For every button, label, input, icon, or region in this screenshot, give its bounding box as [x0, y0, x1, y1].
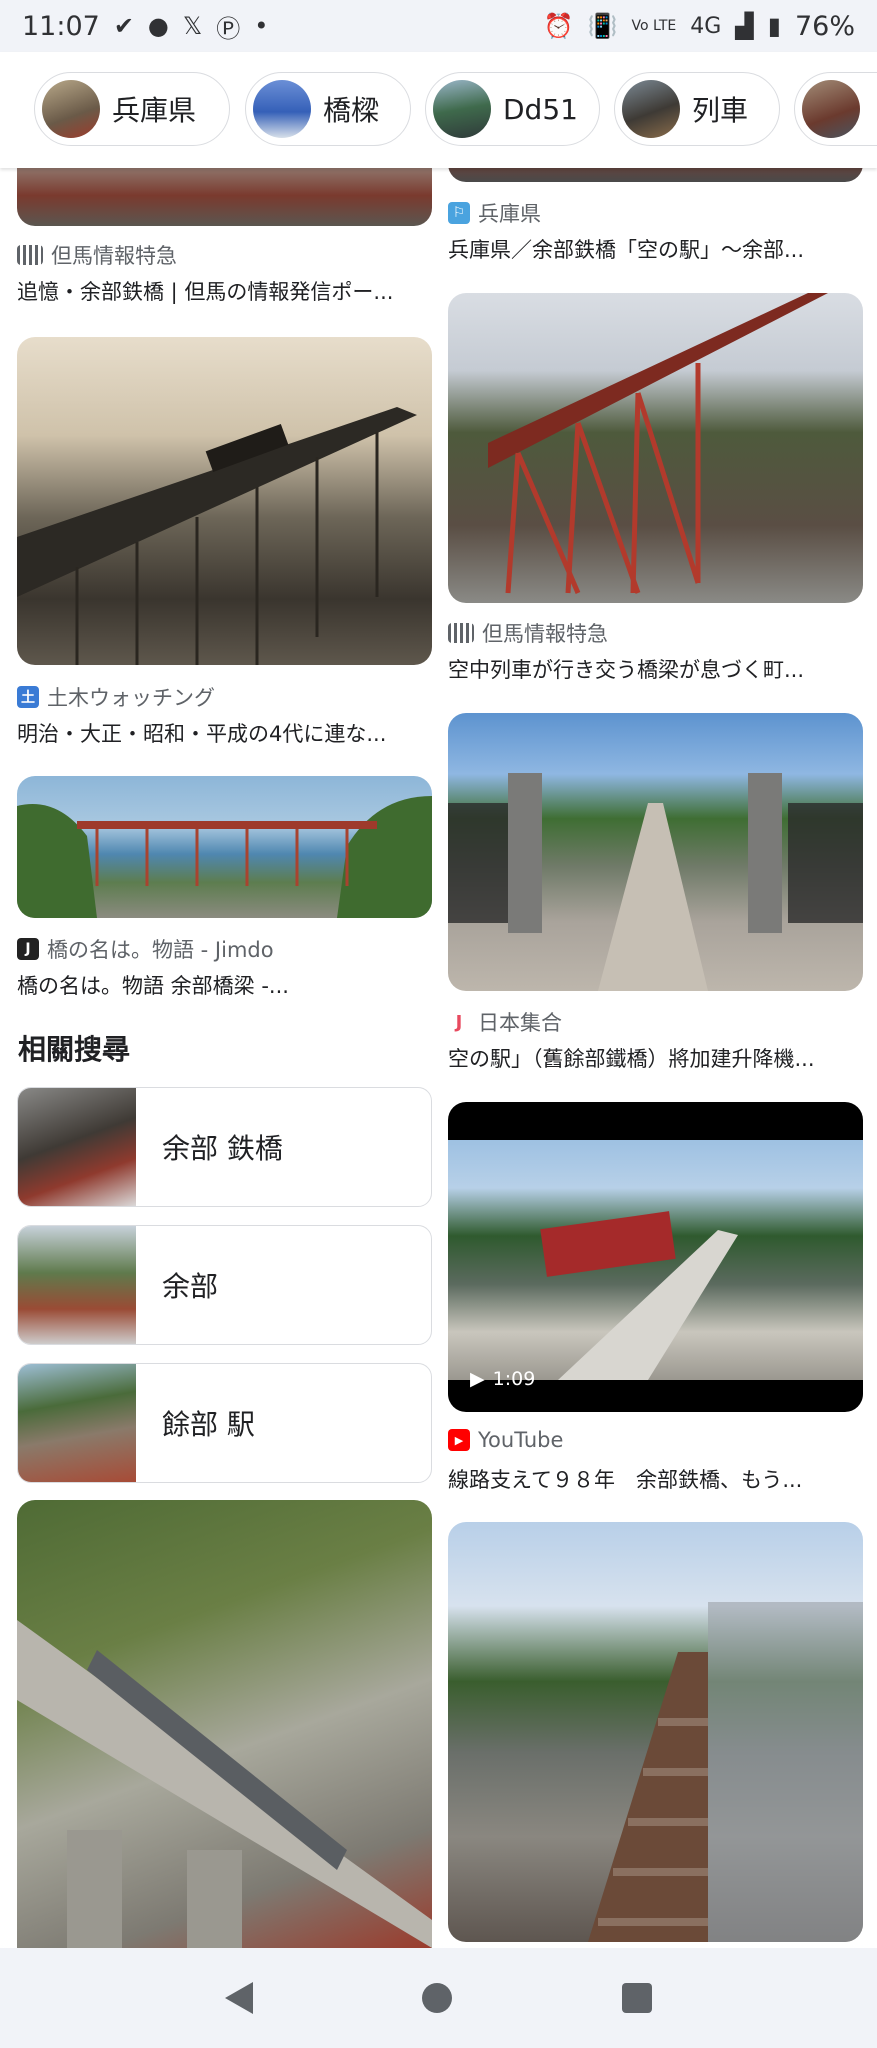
result-source: J 橋の名は。物語 - Jimdo — [17, 934, 274, 964]
chip-label: 兵庫県 — [112, 94, 197, 127]
back-icon[interactable] — [224, 1982, 253, 2014]
battery-level: 76% — [794, 10, 855, 42]
related-label: 餘部 駅 — [162, 1408, 255, 1441]
result-image[interactable] — [17, 1500, 432, 1948]
result-title[interactable]: 追憶・余部鉄橋 | 但馬の情報発信ポー... — [17, 276, 432, 306]
site-favicon: J — [448, 1011, 470, 1033]
chip-train[interactable]: 列車 — [614, 72, 780, 146]
source-name: 日本集合 — [478, 1011, 562, 1035]
site-favicon: 土 — [17, 686, 39, 708]
result-source: 但馬情報特急 — [448, 618, 608, 648]
system-nav-bar — [0, 1948, 877, 2048]
related-thumbnail — [18, 1364, 136, 1482]
battery-icon: ▮ — [767, 12, 781, 40]
related-thumbnail — [18, 1088, 136, 1206]
result-source: J 日本集合 — [448, 1007, 562, 1037]
play-icon: ▶ — [470, 1368, 485, 1390]
chip-thumbnail — [622, 80, 680, 138]
result-title[interactable]: 橋の名は。物語 余部橋梁 -... — [17, 970, 432, 1000]
result-title[interactable]: 空の駅」（舊餘部鐵橋）將加建升降機... — [448, 1043, 863, 1073]
result-source: ▶ YouTube — [448, 1428, 563, 1452]
result-title[interactable]: 線路支えて９８年 余部鉄橋、もう... — [448, 1464, 863, 1494]
filter-chip-bar: 兵庫県 橋樑 Dd51 列車 — [0, 52, 877, 168]
result-title[interactable]: 兵庫県／余部鉄橋「空の駅」～余部... — [448, 234, 863, 264]
chip-thumbnail — [253, 80, 311, 138]
chip-thumbnail — [42, 80, 100, 138]
result-image[interactable] — [448, 293, 863, 603]
circle-icon: ● — [147, 12, 169, 40]
video-result[interactable]: ▶ 1:09 — [448, 1102, 863, 1412]
chip-thumbnail — [802, 80, 860, 138]
status-bar: 11:07 ✔ ● 𝕏 Ⓟ • ⏰ 📳 Vo LTE 4G ▟ ▮ 76% — [0, 0, 877, 52]
source-name: 土木ウォッチング — [47, 686, 215, 710]
site-favicon: ⚐ — [448, 202, 470, 224]
p-app-icon: Ⓟ — [216, 14, 241, 43]
related-thumbnail — [18, 1226, 136, 1344]
recents-icon[interactable] — [622, 1983, 653, 2013]
chip-more[interactable] — [794, 72, 877, 146]
video-thumbnail — [448, 1140, 863, 1380]
result-image[interactable] — [17, 776, 432, 918]
source-name: YouTube — [478, 1428, 564, 1452]
video-duration-badge: ▶ 1:09 — [470, 1368, 535, 1390]
source-name: 兵庫県 — [478, 202, 541, 226]
source-name: 但馬情報特急 — [482, 622, 608, 646]
result-image[interactable] — [448, 1522, 863, 1942]
related-search-item[interactable]: 餘部 駅 — [17, 1363, 432, 1483]
dot-icon: • — [254, 12, 269, 40]
chip-label: 橋樑 — [323, 94, 380, 127]
result-source: 土 土木ウォッチング — [17, 682, 215, 712]
home-icon[interactable] — [422, 1983, 453, 2013]
result-source: ⚐ 兵庫県 — [448, 198, 541, 228]
site-favicon — [17, 245, 43, 265]
bridge-photo-sepia — [17, 407, 417, 665]
source-name: 但馬情報特急 — [51, 244, 177, 268]
result-source: 但馬情報特急 — [17, 240, 177, 270]
related-search-item[interactable]: 余部 鉄橋 — [17, 1087, 432, 1207]
related-searches-heading: 相關搜尋 — [18, 1033, 131, 1066]
clock: 11:07 — [22, 10, 100, 42]
alarm-icon: ⏰ — [543, 12, 574, 40]
related-search-item[interactable]: 余部 — [17, 1225, 432, 1345]
train-photo — [540, 1211, 738, 1380]
site-favicon — [448, 623, 474, 643]
chip-dd51[interactable]: Dd51 — [425, 72, 600, 146]
chip-bridge[interactable]: 橋樑 — [245, 72, 411, 146]
chip-thumbnail — [433, 80, 491, 138]
network-type: 4G — [690, 13, 722, 39]
bridge-photo-red — [488, 293, 828, 594]
volte-icon: Vo LTE — [631, 18, 677, 34]
result-title[interactable]: 空中列車が行き交う橋梁が息づく町... — [448, 654, 863, 684]
x-app-icon: 𝕏 — [182, 12, 203, 40]
old-bridge-tracks-photo — [588, 1602, 863, 1942]
chip-label: Dd51 — [503, 92, 578, 126]
video-duration: 1:09 — [492, 1368, 536, 1390]
bridge-photo-train — [17, 1620, 432, 1948]
result-image[interactable] — [448, 713, 863, 991]
related-label: 余部 鉄橋 — [162, 1132, 283, 1165]
vibrate-icon: 📳 — [587, 12, 618, 40]
chip-hyogo[interactable]: 兵庫県 — [34, 72, 230, 146]
result-title[interactable]: 明治・大正・昭和・平成の4代に連な... — [17, 718, 432, 748]
source-name: 橋の名は。物語 - Jimdo — [47, 938, 274, 962]
youtube-icon: ▶ — [448, 1429, 470, 1451]
chip-label: 列車 — [692, 94, 749, 127]
site-favicon: J — [17, 938, 39, 960]
check-circle-icon: ✔ — [113, 12, 134, 40]
result-image[interactable] — [17, 337, 432, 665]
related-label: 余部 — [162, 1270, 219, 1303]
signal-icon: ▟ — [735, 12, 754, 40]
sky-station-photo — [448, 773, 863, 991]
bridge-photo-sea — [17, 796, 432, 918]
